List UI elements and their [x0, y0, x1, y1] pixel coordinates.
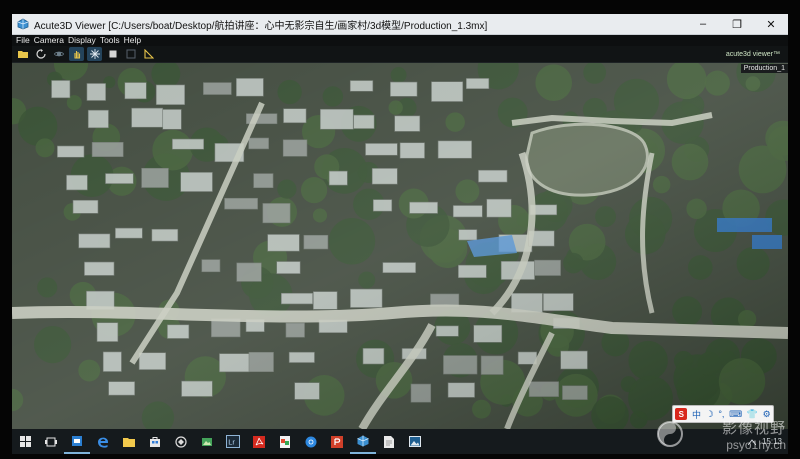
acute3d-brand-logo: acute3d viewer™: [725, 50, 780, 58]
reset-view-icon: [35, 49, 46, 59]
menu-tools[interactable]: Tools: [100, 35, 120, 46]
lightroom-icon: Lr: [226, 435, 240, 448]
menu-camera[interactable]: Camera: [34, 35, 64, 46]
start-button[interactable]: [12, 429, 38, 454]
projected-screen: Acute3D Viewer [C:/Users/boat/Desktop/航拍…: [12, 14, 788, 454]
taskbar-acute3d[interactable]: [350, 429, 376, 454]
production-tab-label[interactable]: Production_1: [740, 64, 788, 73]
measure-button[interactable]: [141, 47, 156, 61]
menu-display[interactable]: Display: [68, 35, 96, 46]
orbit-icon: [53, 51, 64, 57]
acrobat-icon: [253, 435, 265, 448]
acute3d-icon: [357, 435, 369, 446]
pan-hand-icon: [73, 51, 80, 59]
taskbar-camera-app[interactable]: [168, 429, 194, 454]
acute3d-app-icon: [17, 18, 29, 30]
store-app-icon: [72, 435, 82, 446]
taskbar-image-viewer[interactable]: [402, 429, 428, 454]
taskbar-acrobat[interactable]: [246, 429, 272, 454]
open-folder-icon: [17, 51, 28, 58]
close-button[interactable]: ✕: [754, 14, 788, 34]
zoom-button[interactable]: [87, 47, 102, 61]
chrome-icon: [305, 436, 317, 447]
orbit-button[interactable]: [51, 47, 66, 61]
menu-bar: File Camera Display Tools Help: [12, 35, 788, 46]
menu-file[interactable]: File: [16, 35, 30, 46]
zoom-icon: [89, 49, 100, 59]
pdf-app-icon: [280, 435, 290, 448]
windows-start-icon: [19, 436, 31, 447]
file-explorer-icon: [123, 437, 135, 447]
3d-viewport[interactable]: Production_1: [12, 63, 788, 429]
menu-help[interactable]: Help: [124, 35, 141, 46]
taskbar-photos[interactable]: [194, 429, 220, 454]
minimize-button[interactable]: –: [686, 14, 720, 34]
taskbar-document[interactable]: [376, 429, 402, 454]
taskbar-pdf-app[interactable]: [272, 429, 298, 454]
taskbar-lightroom[interactable]: Lr: [220, 429, 246, 454]
taskbar-app-1[interactable]: [64, 429, 90, 454]
window-titlebar[interactable]: Acute3D Viewer [C:/Users/boat/Desktop/航拍…: [12, 14, 788, 35]
3d-model-render[interactable]: [12, 63, 788, 429]
taskbar-store[interactable]: [142, 429, 168, 454]
measure-icon: [143, 49, 154, 59]
lightroom-label: Lr: [228, 438, 235, 447]
watermark-title: 影像视野: [721, 418, 786, 437]
watermark-url: psyo1hy.cn: [726, 437, 786, 452]
taskbar-powerpoint[interactable]: [324, 429, 350, 454]
task-view-button[interactable]: [38, 429, 64, 454]
open-folder-button[interactable]: [15, 47, 30, 61]
taskbar-explorer[interactable]: [116, 429, 142, 454]
windows-store-icon: [150, 436, 160, 447]
screen-glare: [12, 63, 788, 429]
document-icon: [384, 435, 394, 448]
taskbar-chrome[interactable]: [298, 429, 324, 454]
taskbar-edge[interactable]: [90, 429, 116, 454]
bounding-box-icon: [109, 50, 116, 58]
photos-app-icon: [202, 437, 212, 446]
watermark: 影像视野 psyo1hy.cn: [656, 412, 786, 456]
edge-icon: [98, 437, 108, 448]
powerpoint-icon: [331, 435, 343, 448]
bounding-box-button[interactable]: [105, 47, 120, 61]
display-mode-button[interactable]: [123, 47, 138, 61]
reset-view-button[interactable]: [33, 47, 48, 61]
watermark-logo-icon: [657, 421, 683, 447]
pan-button[interactable]: [69, 47, 84, 61]
image-viewer-icon: [409, 436, 421, 447]
display-mode-icon: [126, 49, 135, 59]
task-view-icon: [45, 437, 57, 446]
window-title: Acute3D Viewer [C:/Users/boat/Desktop/航拍…: [34, 20, 488, 32]
maximize-button[interactable]: ❐: [720, 14, 754, 34]
tool-bar: acute3d viewer™: [12, 46, 788, 63]
camera-app-icon: [175, 435, 187, 448]
